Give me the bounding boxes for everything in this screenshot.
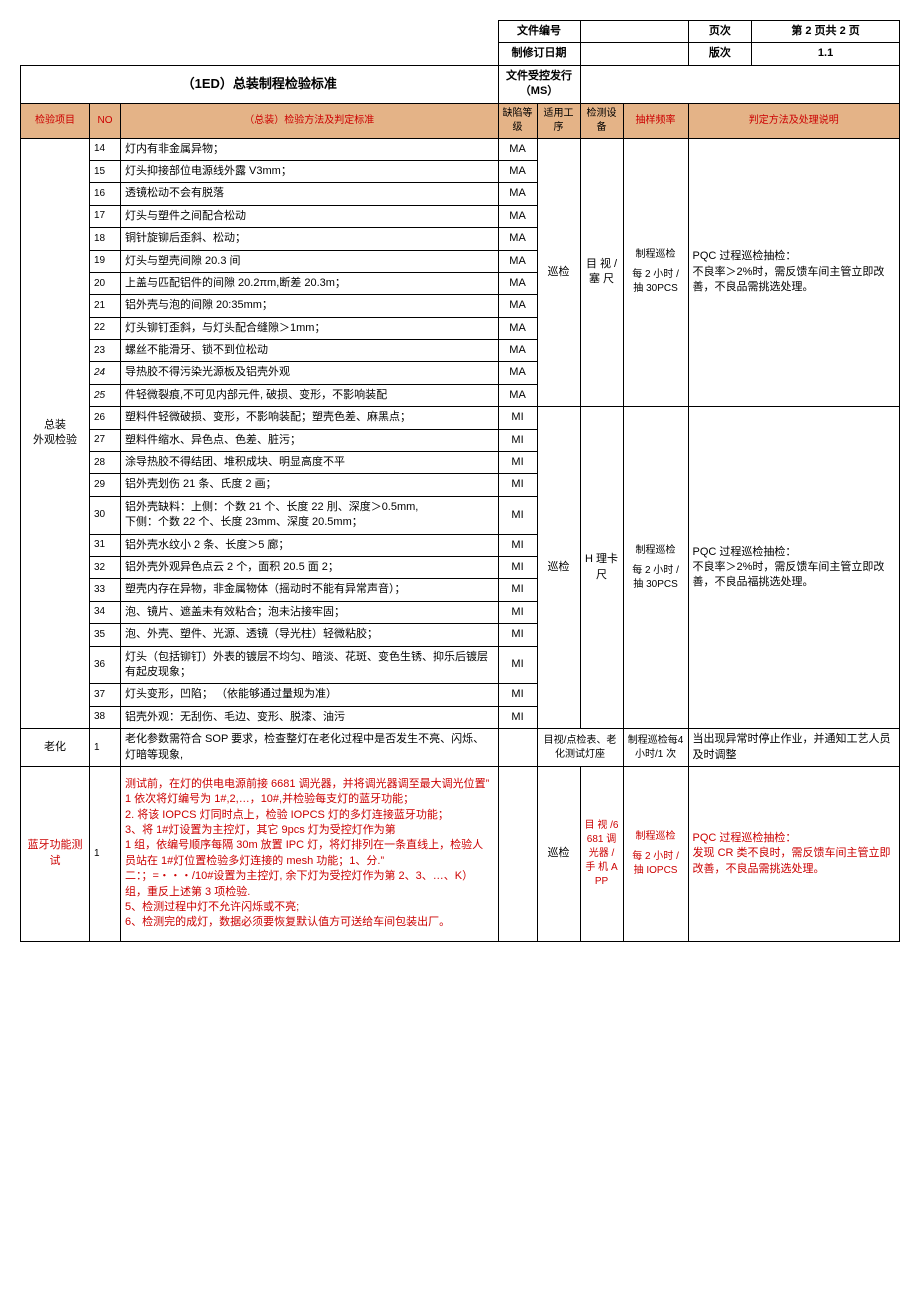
col-equip: 检测设备 (580, 103, 623, 138)
col-defect: 缺陷等级 (498, 103, 537, 138)
doc-no-label: 文件编号 (498, 21, 580, 43)
page-title: （1ED）总装制程检验标准 (21, 65, 499, 103)
group1-judge: PQC 过程巡检抽检： 不良率＞2%时，需反馈车间主管立即改善，不良品需挑选处理… (688, 138, 899, 407)
row-defect: MA (498, 138, 537, 160)
group1-equip: 目 视 / 塞 尺 (580, 138, 623, 407)
aging-freq: 制程巡检每4 小时/1 次 (623, 729, 688, 767)
group1-item: 总装 外观检验 (21, 138, 90, 729)
page-label: 页次 (688, 21, 752, 43)
bt-process: 巡检 (537, 766, 580, 941)
inspection-standard-table: 文件编号 页次 第 2 页共 2 页 制修订日期 版次 1.1 （1ED）总装制… (20, 20, 900, 942)
col-freq: 抽样频率 (623, 103, 688, 138)
col-process: 适用工序 (537, 103, 580, 138)
rev-date-label: 制修订日期 (498, 43, 580, 65)
bluetooth-row: 蓝牙功能测试 1 测试前，在灯的供电电源前接 6681 调光器，并将调光器调至最… (21, 766, 900, 941)
ver-label: 版次 (688, 43, 752, 65)
col-item: 检验项目 (21, 103, 90, 138)
aging-method: 老化参数需符合 SOP 要求，检查整灯在老化过程中是否发生不亮、闪烁、灯暗等现象… (121, 729, 499, 767)
aging-process: 目视/点检表、老化测试灯座 (537, 729, 623, 767)
aging-row: 老化 1 老化参数需符合 SOP 要求，检查整灯在老化过程中是否发生不亮、闪烁、… (21, 729, 900, 767)
col-no: NO (90, 103, 121, 138)
group2-freq: 制程巡检 每 2 小时 / 抽 30PCS (623, 407, 688, 729)
ver-value: 1.1 (752, 43, 900, 65)
group1-process: 巡检 (537, 138, 580, 407)
col-method: （总装）检验方法及判定标准 (121, 103, 499, 138)
bt-defect (498, 766, 537, 941)
group2-process: 巡检 (537, 407, 580, 729)
table-row: 总装 外观检验 14 灯内有非金属异物； MA 巡检 目 视 / 塞 尺 制程巡… (21, 138, 900, 160)
aging-judge: 当出现异常时停止作业，并通知工艺人员及时调整 (688, 729, 899, 767)
bt-judge: PQC 过程巡检抽检： 发现 CR 类不良时，需反馈车间主管立即改善，不良品需挑… (688, 766, 899, 941)
aging-item: 老化 (21, 729, 90, 767)
issue-label: 文件受控发行（MS） (498, 65, 580, 103)
bt-no: 1 (90, 766, 121, 941)
group1-freq: 制程巡检 每 2 小时 / 抽 30PCS (623, 138, 688, 407)
group2-equip: H 理卡尺 (580, 407, 623, 729)
bt-freq: 制程巡检 每 2 小时 / 抽 IOPCS (623, 766, 688, 941)
issue-value (580, 65, 899, 103)
bt-item: 蓝牙功能测试 (21, 766, 90, 941)
aging-no: 1 (90, 729, 121, 767)
aging-defect (498, 729, 537, 767)
doc-no-value (580, 21, 688, 43)
bt-method: 测试前，在灯的供电电源前接 6681 调光器，并将调光器调至最大调光位置” 1 … (121, 766, 499, 941)
row-method: 灯内有非金属异物； (121, 138, 499, 160)
group2-judge: PQC 过程巡检抽检： 不良率＞2%时，需反馈车间主管立即改善，不良品福挑选处理… (688, 407, 899, 729)
rev-date-value (580, 43, 688, 65)
page-value: 第 2 页共 2 页 (752, 21, 900, 43)
row-no: 14 (90, 138, 121, 160)
bt-equip: 目 视 /6681 调光器 / 手 机 APP (580, 766, 623, 941)
col-judge: 判定方法及处理说明 (688, 103, 899, 138)
